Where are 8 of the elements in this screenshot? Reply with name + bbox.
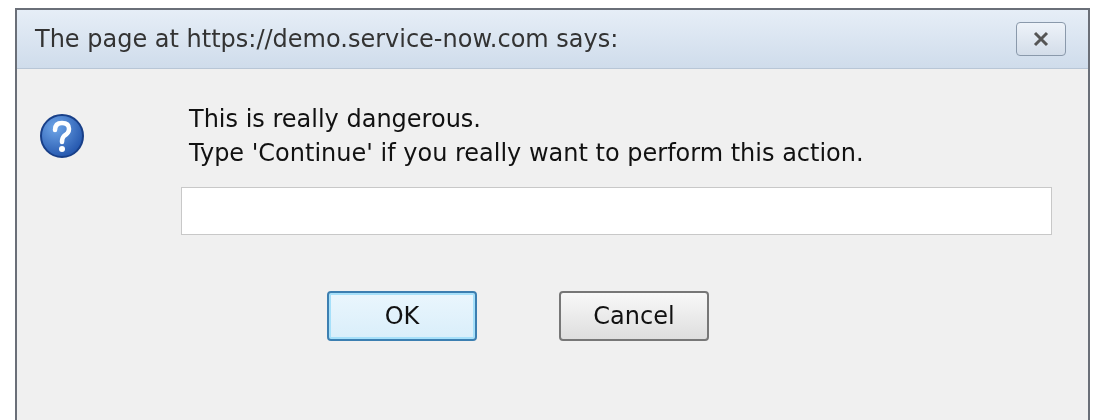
message-text: Type 'Continue' if you really want to perform this action. bbox=[189, 139, 864, 167]
dialog-button[interactable]: Cancel bbox=[559, 291, 709, 341]
window-title: The page at https://demo.service-now.com says: bbox=[35, 25, 619, 53]
close-button[interactable] bbox=[1016, 22, 1066, 56]
input-field[interactable] bbox=[181, 187, 1052, 235]
dialog-button[interactable]: OK bbox=[327, 291, 477, 341]
question-icon bbox=[39, 113, 85, 159]
message-text: This is really dangerous. bbox=[189, 105, 482, 133]
